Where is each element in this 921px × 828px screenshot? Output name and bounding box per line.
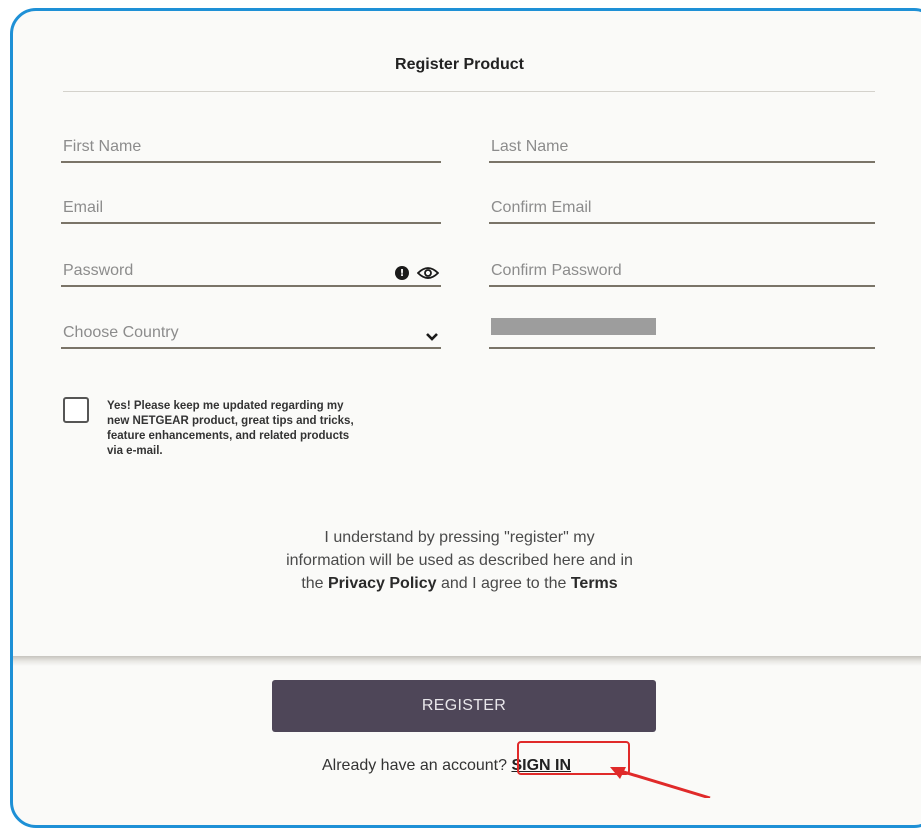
footer-divider	[13, 656, 921, 666]
legal-line-3-prefix: the	[301, 575, 328, 592]
redacted-block	[491, 318, 656, 335]
register-button[interactable]: REGISTER	[272, 680, 656, 732]
first-name-field[interactable]: First Name	[61, 133, 441, 163]
confirm-password-field[interactable]: Confirm Password	[489, 257, 875, 287]
signin-prompt-text: Already have an account?	[321, 757, 512, 774]
newsletter-consent-label: Yes! Please keep me updated regarding my…	[107, 400, 354, 457]
confirm-password-placeholder: Confirm Password	[491, 262, 622, 279]
country-placeholder: Choose Country	[63, 324, 179, 341]
email-field[interactable]: Email	[61, 194, 441, 224]
terms-link[interactable]: Terms	[571, 575, 618, 592]
chevron-down-icon	[426, 333, 438, 341]
last-name-field[interactable]: Last Name	[489, 133, 875, 163]
legal-line-3: the Privacy Policy and I agree to the Te…	[13, 572, 920, 595]
info-icon[interactable]: !	[395, 266, 409, 280]
privacy-policy-link[interactable]: Privacy Policy	[328, 575, 437, 592]
eye-icon[interactable]	[417, 266, 439, 280]
first-name-placeholder: First Name	[63, 138, 142, 155]
legal-notice: I understand by pressing "register" my i…	[13, 526, 920, 595]
legal-line-1: I understand by pressing "register" my	[324, 529, 595, 546]
confirm-email-field[interactable]: Confirm Email	[489, 194, 875, 224]
legal-line-3-mid: and I agree to the	[436, 575, 571, 592]
arrow-icon	[610, 767, 711, 798]
password-placeholder: Password	[63, 262, 134, 279]
confirm-email-placeholder: Confirm Email	[491, 199, 592, 216]
title-divider	[63, 91, 875, 92]
newsletter-checkbox[interactable]	[63, 397, 89, 423]
page-title: Register Product	[395, 56, 524, 73]
password-field[interactable]: Password !	[61, 257, 441, 287]
legal-line-2: information will be used as described he…	[286, 552, 633, 569]
signin-prompt-line: Already have an account? SIGN IN	[0, 757, 907, 775]
email-placeholder: Email	[63, 199, 104, 216]
last-name-placeholder: Last Name	[491, 138, 569, 155]
country-select[interactable]: Choose Country	[61, 319, 441, 349]
